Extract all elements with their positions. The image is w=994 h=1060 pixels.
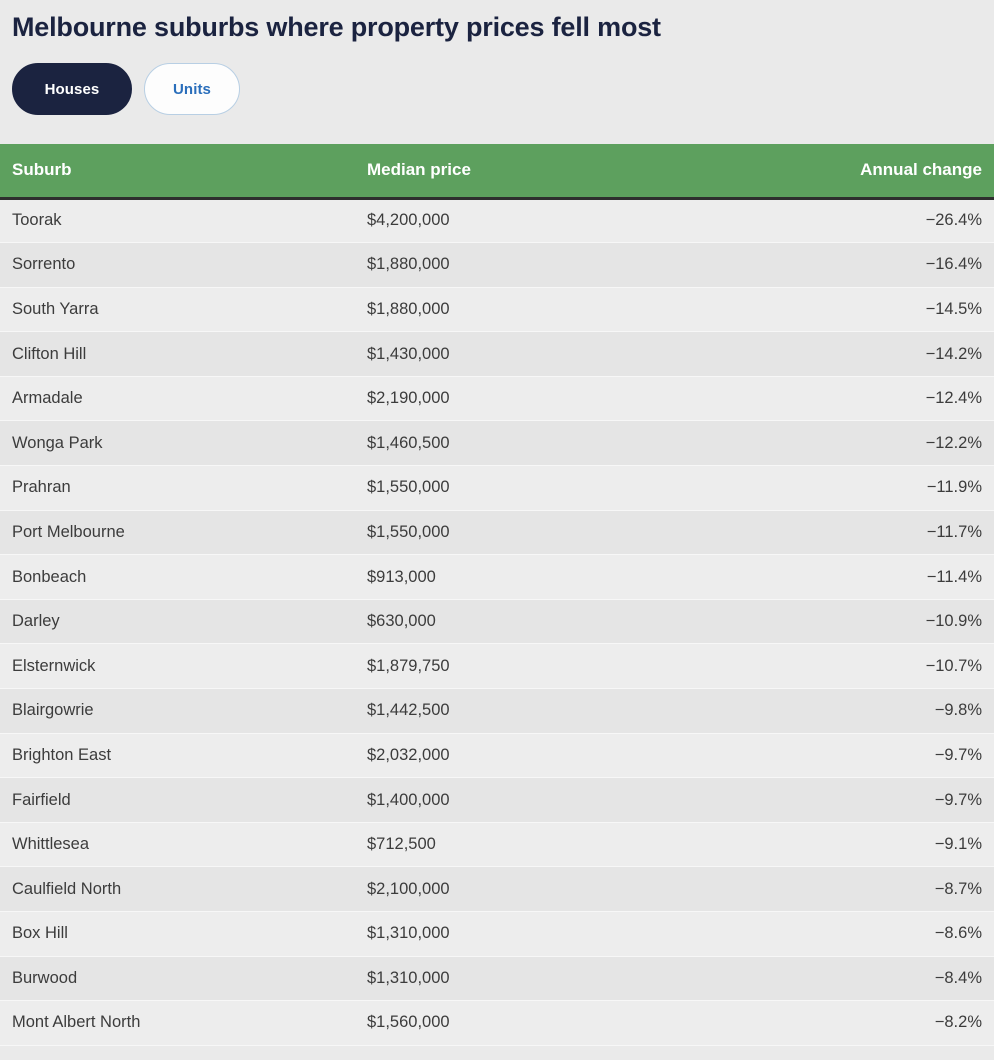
cell-suburb: Bonbeach: [0, 554, 367, 600]
cell-suburb: Prahran: [0, 465, 367, 511]
cell-median-price: $1,880,000: [367, 287, 767, 333]
cell-annual-change: −14.5%: [767, 287, 994, 333]
property-type-toggle-group: Houses Units: [0, 44, 994, 115]
cell-median-price: $1,460,500: [367, 420, 767, 467]
cell-suburb: South Yarra: [0, 287, 367, 333]
cell-suburb: Burwood: [0, 956, 367, 1002]
cell-suburb: Darley: [0, 599, 367, 645]
cell-annual-change: −9.1%: [767, 822, 994, 868]
cell-annual-change: −11.9%: [767, 465, 994, 511]
table-row[interactable]: Blairgowrie $1,442,500 −9.8%: [0, 688, 994, 734]
table-row[interactable]: Clifton Hill $1,430,000 −14.2%: [0, 331, 994, 377]
column-header-median-price[interactable]: Median price: [367, 144, 767, 200]
cell-suburb: Mont Albert North: [0, 1000, 367, 1046]
cell-median-price: $1,400,000: [367, 777, 767, 823]
cell-median-price: $1,310,000: [367, 911, 767, 957]
cell-annual-change: −9.8%: [767, 688, 994, 734]
cell-median-price: $630,000: [367, 599, 767, 645]
table-row[interactable]: Port Melbourne $1,550,000 −11.7%: [0, 510, 994, 556]
cell-suburb: Blairgowrie: [0, 688, 367, 734]
cell-median-price: $1,310,000: [367, 956, 767, 1002]
cell-median-price: $1,550,000: [367, 465, 767, 511]
cell-suburb: Wonga Park: [0, 420, 367, 467]
table-body: Toorak $4,200,000 −26.4% Sorrento $1,880,000…: [0, 198, 994, 1046]
cell-median-price: $1,879,750: [367, 643, 767, 690]
table-row[interactable]: Wonga Park $1,460,500 −12.2%: [0, 420, 994, 467]
toggle-houses-button[interactable]: Houses: [12, 63, 132, 115]
table-row[interactable]: Sorrento $1,880,000 −16.4%: [0, 242, 994, 288]
cell-suburb: Port Melbourne: [0, 510, 367, 556]
cell-suburb: Armadale: [0, 376, 367, 422]
cell-annual-change: −10.7%: [767, 643, 994, 690]
property-table-container: Suburb Median price Annual change Toorak…: [0, 144, 994, 1046]
cell-annual-change: −8.2%: [767, 1000, 994, 1046]
table-row[interactable]: Elsternwick $1,879,750 −10.7%: [0, 643, 994, 690]
cell-suburb: Elsternwick: [0, 643, 367, 690]
cell-median-price: $1,430,000: [367, 331, 767, 377]
table-row[interactable]: Toorak $4,200,000 −26.4%: [0, 198, 994, 244]
column-header-annual-change[interactable]: Annual change: [767, 144, 994, 200]
page-root: Melbourne suburbs where property prices …: [0, 0, 994, 1060]
table-row[interactable]: Mont Albert North $1,560,000 −8.2%: [0, 1000, 994, 1046]
cell-annual-change: −10.9%: [767, 599, 994, 645]
toggle-units-label: Units: [173, 80, 211, 98]
toggle-houses-label: Houses: [44, 80, 100, 98]
cell-median-price: $712,500: [367, 822, 767, 868]
cell-median-price: $2,032,000: [367, 733, 767, 779]
table-header: Suburb Median price Annual change: [0, 144, 994, 200]
table-row[interactable]: Brighton East $2,032,000 −9.7%: [0, 733, 994, 779]
cell-annual-change: −8.4%: [767, 956, 994, 1002]
cell-suburb: Sorrento: [0, 242, 367, 288]
cell-annual-change: −11.7%: [767, 510, 994, 556]
cell-median-price: $1,880,000: [367, 242, 767, 288]
table-row[interactable]: Prahran $1,550,000 −11.9%: [0, 465, 994, 511]
cell-suburb: Whittlesea: [0, 822, 367, 868]
cell-annual-change: −9.7%: [767, 733, 994, 779]
table-row[interactable]: Burwood $1,310,000 −8.4%: [0, 956, 994, 1002]
page-title: Melbourne suburbs where property prices …: [12, 12, 661, 42]
cell-annual-change: −8.6%: [767, 911, 994, 957]
table-row[interactable]: Bonbeach $913,000 −11.4%: [0, 554, 994, 600]
table-row[interactable]: Armadale $2,190,000 −12.4%: [0, 376, 994, 422]
cell-annual-change: −14.2%: [767, 331, 994, 377]
property-price-table: Suburb Median price Annual change Toorak…: [0, 144, 994, 1046]
cell-median-price: $1,560,000: [367, 1000, 767, 1046]
cell-median-price: $2,190,000: [367, 376, 767, 422]
cell-median-price: $1,442,500: [367, 688, 767, 734]
table-row[interactable]: South Yarra $1,880,000 −14.5%: [0, 287, 994, 333]
cell-suburb: Clifton Hill: [0, 331, 367, 377]
table-header-row: Suburb Median price Annual change: [0, 144, 994, 200]
table-row[interactable]: Caulfield North $2,100,000 −8.7%: [0, 866, 994, 912]
column-header-suburb[interactable]: Suburb: [0, 144, 367, 200]
table-row[interactable]: Whittlesea $712,500 −9.1%: [0, 822, 994, 868]
cell-suburb: Toorak: [0, 198, 367, 244]
cell-median-price: $4,200,000: [367, 198, 767, 244]
cell-annual-change: −16.4%: [767, 242, 994, 288]
cell-suburb: Brighton East: [0, 733, 367, 779]
cell-suburb: Caulfield North: [0, 866, 367, 912]
table-row[interactable]: Box Hill $1,310,000 −8.6%: [0, 911, 994, 957]
cell-median-price: $2,100,000: [367, 866, 767, 912]
cell-median-price: $1,550,000: [367, 510, 767, 556]
cell-annual-change: −26.4%: [767, 198, 994, 244]
toggle-units-button[interactable]: Units: [144, 63, 240, 115]
cell-annual-change: −9.7%: [767, 777, 994, 823]
cell-suburb: Fairfield: [0, 777, 367, 823]
table-row[interactable]: Fairfield $1,400,000 −9.7%: [0, 777, 994, 823]
cell-suburb: Box Hill: [0, 911, 367, 957]
cell-annual-change: −12.4%: [767, 376, 994, 422]
cell-annual-change: −8.7%: [767, 866, 994, 912]
cell-median-price: $913,000: [367, 554, 767, 600]
table-row[interactable]: Darley $630,000 −10.9%: [0, 599, 994, 645]
cell-annual-change: −11.4%: [767, 554, 994, 600]
cell-annual-change: −12.2%: [767, 420, 994, 467]
